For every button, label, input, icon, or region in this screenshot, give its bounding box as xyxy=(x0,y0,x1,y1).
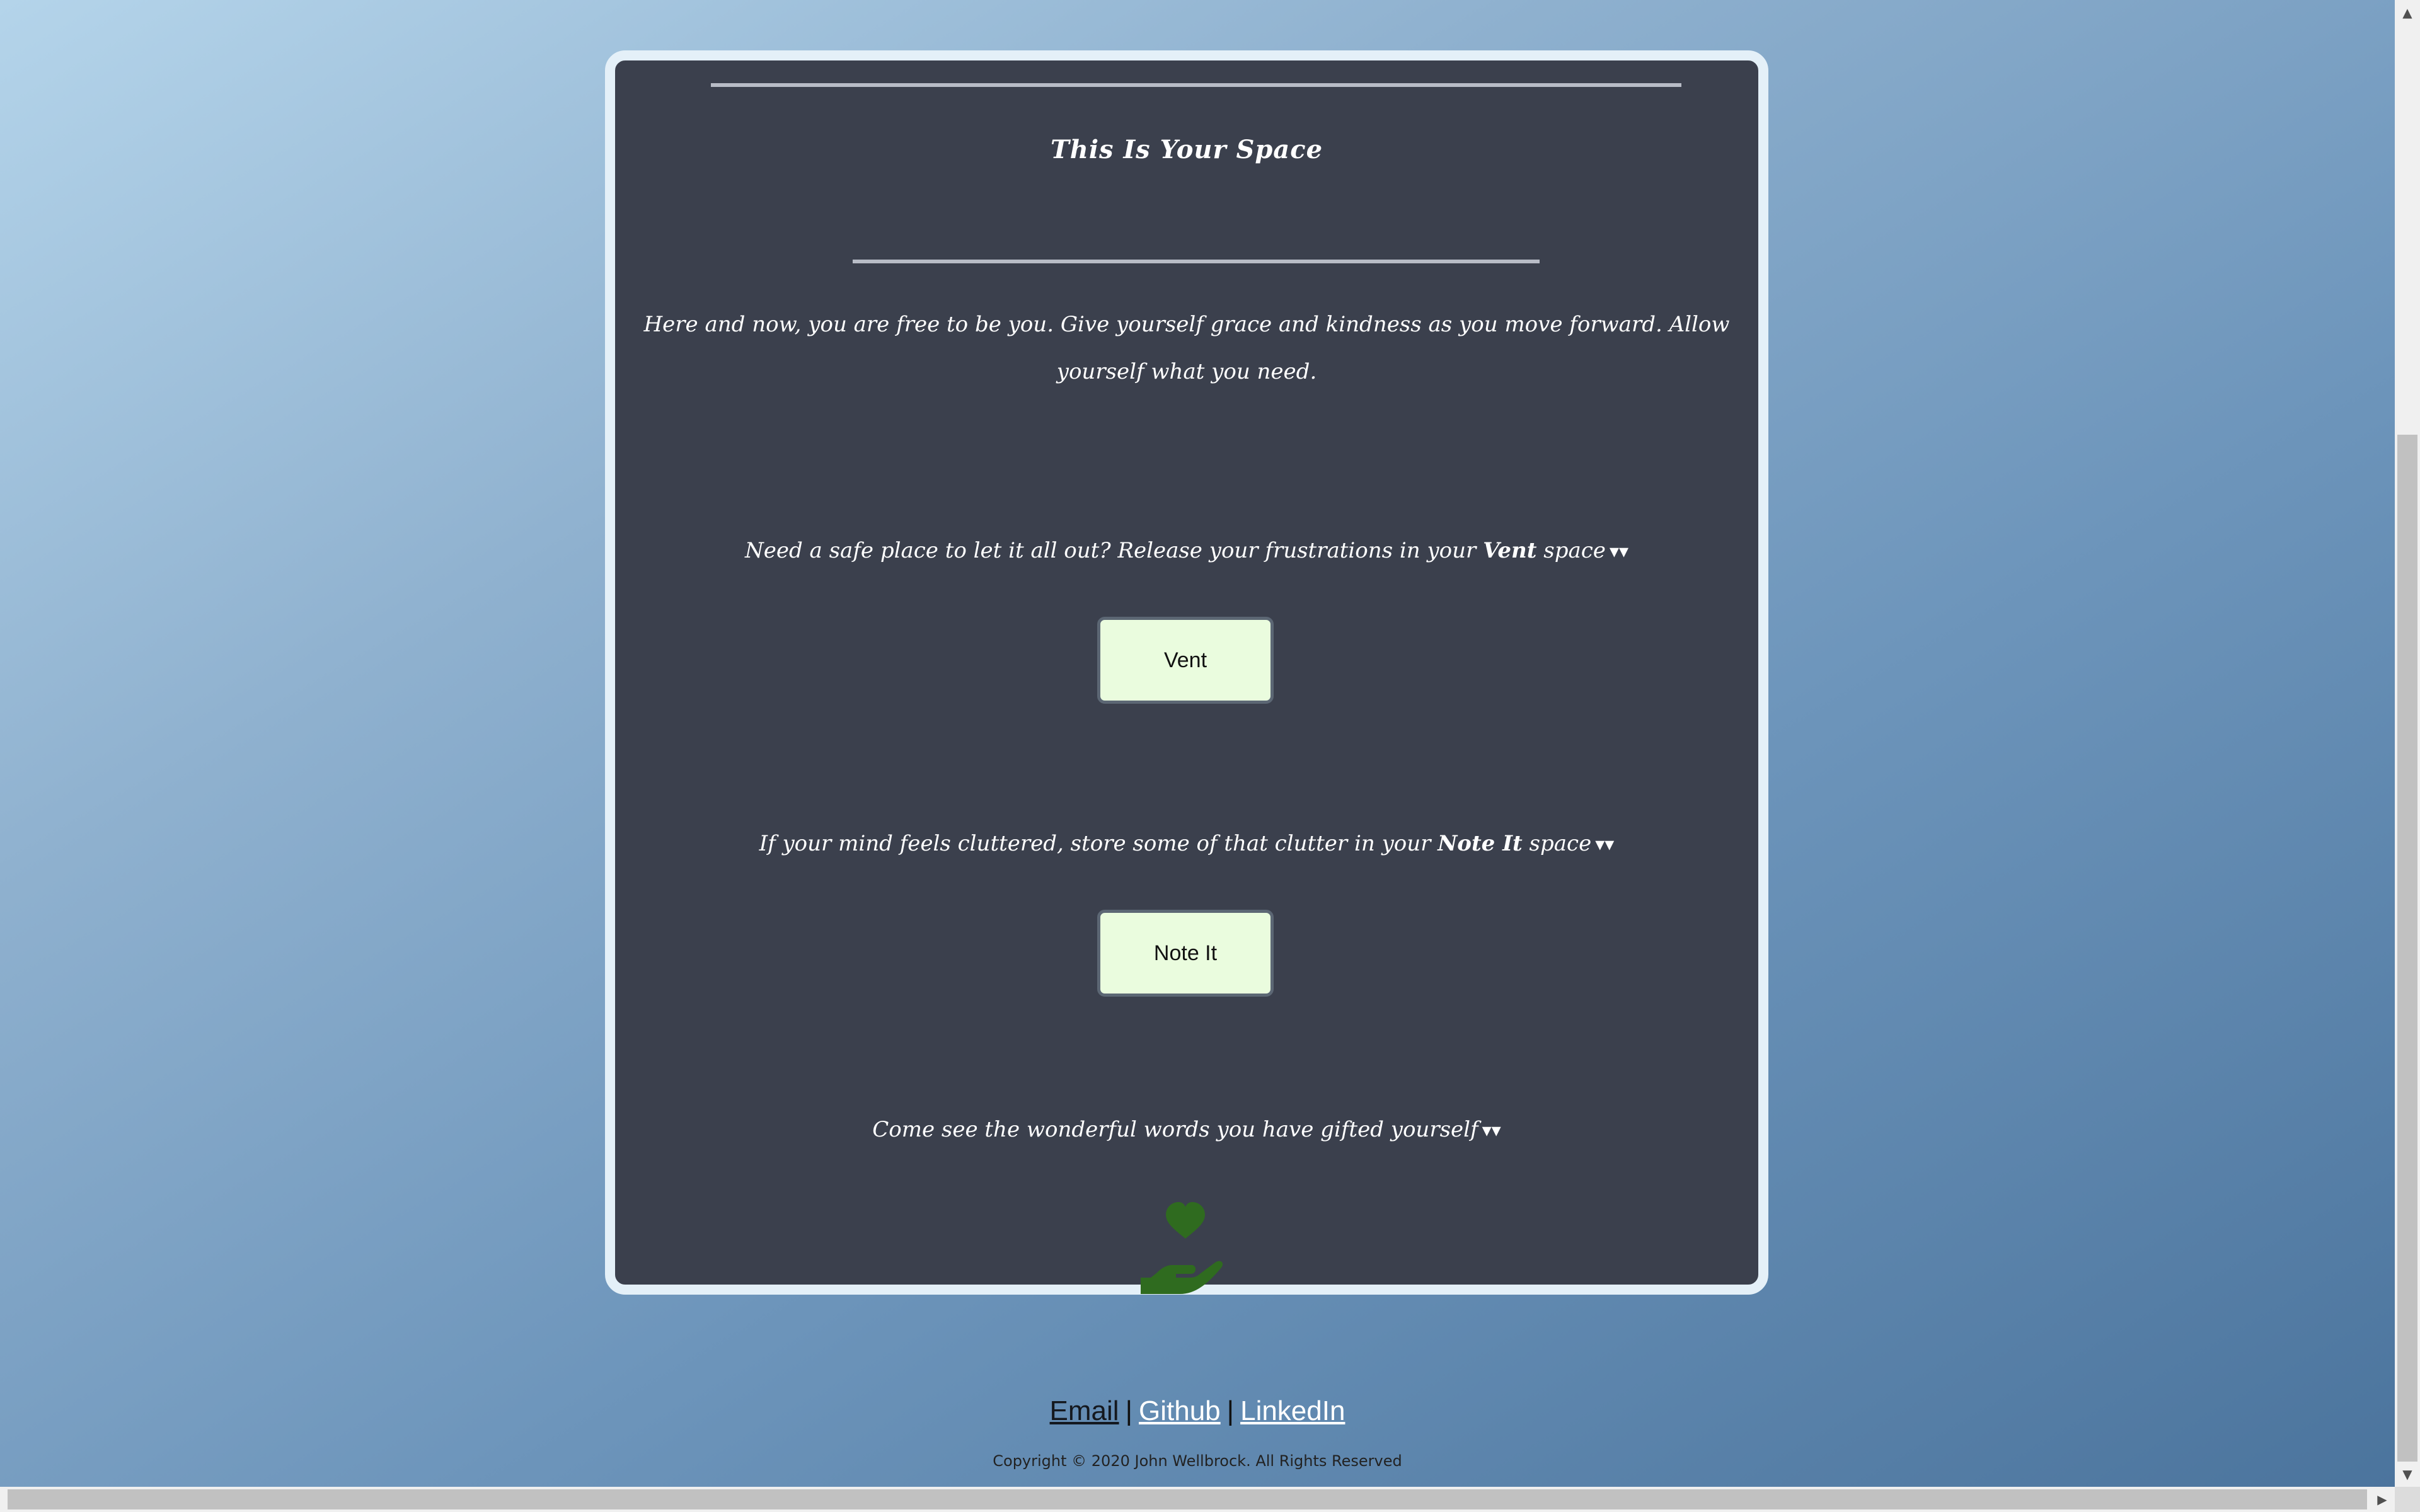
linkedin-link[interactable]: LinkedIn xyxy=(1240,1395,1345,1426)
horizontal-scrollbar[interactable]: ◀ ▶ xyxy=(0,1487,2395,1512)
scroll-right-arrow-icon[interactable]: ▶ xyxy=(2370,1487,2395,1512)
vent-button[interactable]: Vent xyxy=(1097,617,1274,704)
note-it-button[interactable]: Note It xyxy=(1097,910,1274,997)
vent-prompt-text: Need a safe place to let it all out? Rel… xyxy=(744,538,1484,563)
footer-links: Email | Github | LinkedIn xyxy=(0,1395,2395,1427)
top-divider xyxy=(711,83,1681,87)
gift-prompt-text: Come see the wonderful words you have gi… xyxy=(872,1117,1478,1142)
scroll-down-arrow-icon[interactable]: ▼ xyxy=(2395,1462,2420,1487)
gift-prompt: Come see the wonderful words you have gi… xyxy=(615,1114,1758,1147)
main-card: This Is Your Space Here and now, you are… xyxy=(605,50,1768,1295)
note-prompt: If your mind feels cluttered, store some… xyxy=(615,828,1758,861)
vertical-scroll-thumb[interactable] xyxy=(2397,435,2417,1462)
intro-text: Here and now, you are free to be you. Gi… xyxy=(643,312,1730,384)
title-divider xyxy=(853,260,1540,263)
email-link[interactable]: Email xyxy=(1050,1395,1119,1426)
link-separator: | xyxy=(1125,1395,1133,1426)
hand-shape xyxy=(1141,1261,1223,1294)
double-chevron-down-icon: ▾▾ xyxy=(1609,541,1629,563)
scrollbar-corner xyxy=(2395,1487,2420,1512)
heart-shape xyxy=(1166,1202,1205,1239)
note-prompt-bold: Note It xyxy=(1438,831,1523,856)
double-chevron-down-icon: ▾▾ xyxy=(1595,833,1615,856)
vent-prompt: Need a safe place to let it all out? Rel… xyxy=(615,535,1758,568)
copyright-text: Copyright © 2020 John Wellbrock. All Rig… xyxy=(993,1452,1402,1470)
note-prompt-tail: space xyxy=(1522,831,1592,856)
page-title: This Is Your Space xyxy=(1050,135,1323,164)
scroll-up-arrow-icon[interactable]: ▲ xyxy=(2395,0,2420,25)
link-separator: | xyxy=(1226,1395,1235,1426)
hand-holding-heart-icon[interactable] xyxy=(1138,1200,1233,1294)
note-prompt-text: If your mind feels cluttered, store some… xyxy=(759,831,1438,856)
vent-prompt-bold: Vent xyxy=(1483,538,1537,563)
double-chevron-down-icon: ▾▾ xyxy=(1482,1120,1501,1142)
horizontal-scroll-thumb[interactable] xyxy=(8,1489,2367,1509)
github-link[interactable]: Github xyxy=(1139,1395,1221,1426)
vent-prompt-tail: space xyxy=(1536,538,1606,563)
vertical-scrollbar[interactable]: ▲ ▼ xyxy=(2395,0,2420,1487)
